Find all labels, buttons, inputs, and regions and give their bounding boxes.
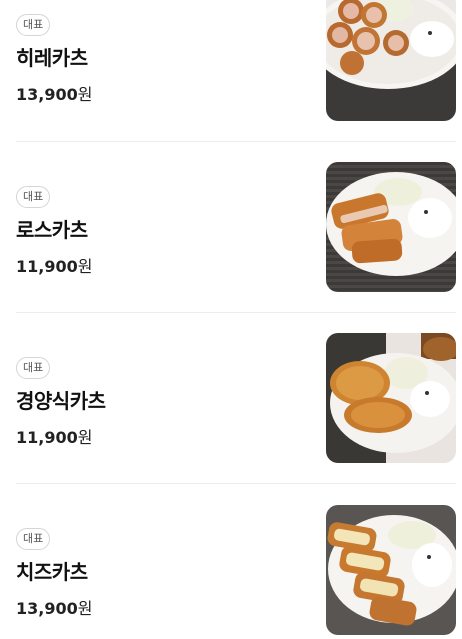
price-value: 11,900 [16, 428, 78, 447]
menu-item-gyeongyangsik-katsu[interactable]: 대표 경양식카츠 11,900원 [0, 297, 462, 468]
signature-badge: 대표 [16, 528, 51, 550]
menu-item-price: 11,900원 [16, 424, 106, 448]
menu-item-name: 히레카츠 [16, 46, 88, 70]
price-value: 13,900 [16, 85, 78, 104]
price-value: 11,900 [16, 257, 78, 276]
menu-item-photo[interactable] [326, 333, 456, 463]
price-unit: 원 [77, 85, 93, 104]
signature-badge: 대표 [16, 357, 51, 379]
menu-item-info: 대표 로스카츠 11,900원 [16, 185, 92, 277]
menu-item-info: 대표 히레카츠 13,900원 [16, 13, 92, 105]
menu-item-price: 13,900원 [16, 595, 92, 619]
menu-item-price: 11,900원 [16, 253, 92, 277]
menu-item-photo[interactable] [326, 505, 456, 635]
menu-item-price: 13,900원 [16, 81, 92, 105]
price-unit: 원 [77, 257, 93, 276]
price-unit: 원 [77, 599, 93, 618]
menu-item-name: 치즈카츠 [16, 560, 88, 584]
menu-item-cheese-katsu[interactable]: 대표 치즈카츠 13,900원 [0, 468, 462, 639]
menu-item-rosu-katsu[interactable]: 대표 로스카츠 11,900원 [0, 126, 462, 297]
menu-list: 대표 히레카츠 13,900원 대표 로스카츠 11,900원 대표 경양식카츠… [0, 0, 462, 635]
price-value: 13,900 [16, 599, 78, 618]
menu-item-info: 대표 경양식카츠 11,900원 [16, 356, 106, 448]
menu-item-photo[interactable] [326, 162, 456, 292]
signature-badge: 대표 [16, 14, 51, 36]
menu-item-hire-katsu[interactable]: 대표 히레카츠 13,900원 [0, 0, 462, 125]
menu-item-name: 로스카츠 [16, 218, 88, 242]
price-unit: 원 [77, 428, 93, 447]
menu-item-info: 대표 치즈카츠 13,900원 [16, 527, 92, 619]
menu-item-name: 경양식카츠 [16, 389, 106, 413]
signature-badge: 대표 [16, 186, 51, 208]
menu-item-photo[interactable] [326, 0, 456, 121]
